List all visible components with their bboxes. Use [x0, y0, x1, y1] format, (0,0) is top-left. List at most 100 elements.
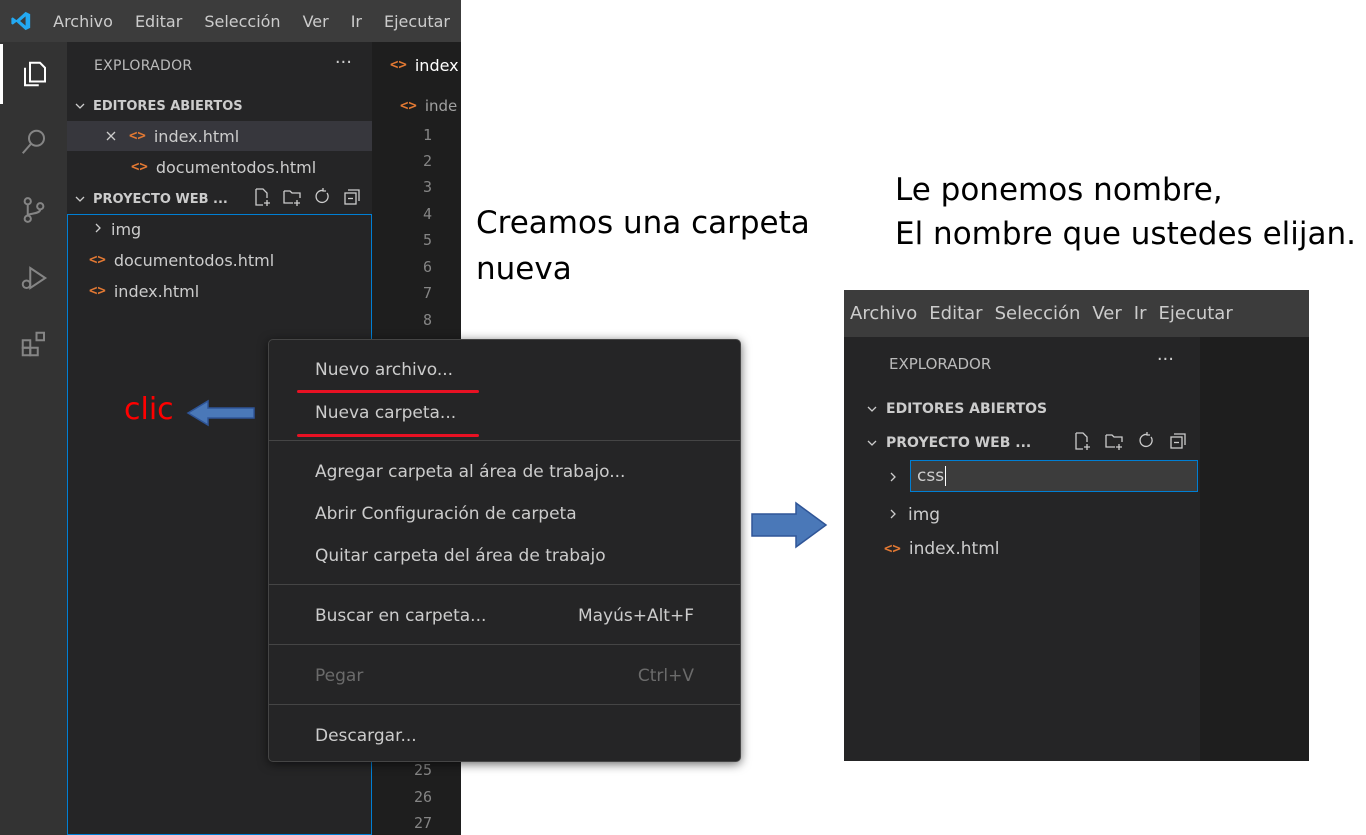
- menu-item-label: Nuevo archivo...: [315, 360, 454, 380]
- tree-item-folder[interactable]: img: [67, 214, 372, 244]
- tree-item-folder[interactable]: img: [858, 498, 1200, 532]
- html-file-icon: <>: [89, 283, 106, 299]
- extensions-icon[interactable]: [0, 314, 67, 374]
- tree-item-file[interactable]: <> index.html: [67, 276, 372, 306]
- project-header[interactable]: PROYECTO WEB ...: [858, 429, 1200, 457]
- menu-add-folder-workspace[interactable]: Agregar carpeta al área de trabajo...: [315, 454, 694, 490]
- run-debug-icon[interactable]: [0, 248, 67, 308]
- rename-folder-input[interactable]: css: [910, 460, 1198, 492]
- menubar: Archivo Editar Selección Ver Ir Ejecutar: [844, 290, 1309, 337]
- collapse-all-icon[interactable]: [342, 187, 362, 211]
- menu-item-shortcut: Ctrl+V: [637, 666, 694, 686]
- clic-label: clic: [124, 392, 174, 427]
- menu-ir[interactable]: Ir: [340, 12, 373, 31]
- editor-area[interactable]: [1200, 337, 1309, 761]
- html-file-icon: <>: [131, 159, 148, 175]
- menu-ir[interactable]: Ir: [1128, 303, 1153, 324]
- right-arrow-icon: [751, 501, 828, 549]
- vscode-logo-icon[interactable]: [0, 10, 42, 32]
- line-number: 3: [422, 178, 432, 196]
- menu-item-label: Pegar: [315, 666, 364, 686]
- context-menu: Nuevo archivo... Nueva carpeta... Agrega…: [268, 339, 741, 762]
- tree-item-label: documentodos.html: [113, 250, 275, 270]
- chevron-right-icon: [888, 505, 898, 525]
- refresh-icon[interactable]: [312, 187, 332, 211]
- menu-open-folder-settings[interactable]: Abrir Configuración de carpeta: [315, 496, 694, 532]
- html-file-icon: <>: [390, 57, 407, 73]
- open-editors-label: EDITORES ABIERTOS: [93, 98, 243, 114]
- menu-separator: [269, 440, 740, 441]
- step2-note: Le ponemos nombre, El nombre que ustedes…: [895, 168, 1356, 256]
- open-editors-header[interactable]: EDITORES ABIERTOS: [858, 395, 1200, 423]
- project-header[interactable]: PROYECTO WEB ...: [67, 185, 372, 213]
- menu-remove-folder-workspace[interactable]: Quitar carpeta del área de trabajo: [315, 538, 694, 574]
- menu-item-label: Abrir Configuración de carpeta: [315, 504, 577, 524]
- line-number: 8: [422, 311, 432, 329]
- editor-tab-label: index: [414, 55, 459, 75]
- new-folder-icon[interactable]: [282, 187, 302, 211]
- menu-find-in-folder[interactable]: Buscar en carpeta... Mayús+Alt+F: [315, 598, 694, 634]
- new-file-icon[interactable]: [1072, 431, 1092, 455]
- menu-seleccion[interactable]: Selección: [193, 12, 291, 31]
- menu-ver[interactable]: Ver: [292, 12, 340, 31]
- source-control-icon[interactable]: [0, 180, 67, 240]
- more-actions-icon[interactable]: ···: [1157, 349, 1174, 370]
- menu-item-shortcut: Mayús+Alt+F: [577, 606, 694, 626]
- explorer-sidebar: EXPLORADOR ··· EDITORES ABIERTOS PROYECT…: [858, 337, 1200, 761]
- menu-ejecutar[interactable]: Ejecutar: [373, 12, 461, 31]
- breadcrumb[interactable]: <> inde: [372, 92, 457, 120]
- tree-item-file[interactable]: <> index.html: [858, 532, 1200, 566]
- open-editor-label: documentodos.html: [155, 157, 317, 177]
- menu-new-folder[interactable]: Nueva carpeta...: [315, 395, 694, 431]
- html-file-icon: <>: [89, 252, 106, 268]
- red-underline: [297, 434, 479, 437]
- menu-editar[interactable]: Editar: [124, 12, 193, 31]
- menu-item-label: Buscar en carpeta...: [315, 606, 487, 626]
- new-file-icon[interactable]: [252, 187, 272, 211]
- open-editors-header[interactable]: EDITORES ABIERTOS: [67, 92, 372, 120]
- tree-item-file[interactable]: <> documentodos.html: [67, 245, 372, 275]
- step1-line2: nueva: [476, 251, 572, 287]
- step2-line1: Le ponemos nombre,: [895, 172, 1223, 208]
- menu-seleccion[interactable]: Selección: [989, 303, 1087, 324]
- menu-separator: [269, 644, 740, 645]
- collapse-all-icon[interactable]: [1168, 431, 1188, 455]
- editor-tab[interactable]: <> index: [372, 42, 461, 88]
- line-number: 5: [422, 231, 432, 249]
- html-file-icon: <>: [129, 128, 146, 144]
- menu-ejecutar[interactable]: Ejecutar: [1153, 303, 1239, 324]
- explorer-title: EXPLORADOR: [889, 355, 992, 373]
- menu-archivo[interactable]: Archivo: [844, 303, 923, 324]
- step2-line2: El nombre que ustedes elijan.: [895, 216, 1356, 252]
- menu-new-file[interactable]: Nuevo archivo...: [315, 352, 694, 388]
- chevron-right-icon: [93, 220, 103, 238]
- vscode-window-right: Archivo Editar Selección Ver Ir Ejecutar…: [844, 290, 1309, 761]
- tree-item-label: index.html: [113, 281, 200, 301]
- menu-ver[interactable]: Ver: [1086, 303, 1127, 324]
- menu-item-label: Nueva carpeta...: [315, 403, 457, 423]
- open-editor-label: index.html: [153, 126, 240, 146]
- menu-archivo[interactable]: Archivo: [42, 12, 124, 31]
- refresh-icon[interactable]: [1136, 431, 1156, 455]
- step1-note: Creamos una carpeta nueva: [476, 200, 810, 292]
- chevron-down-icon: [858, 403, 886, 415]
- explorer-icon[interactable]: [0, 44, 67, 104]
- html-file-icon: <>: [884, 541, 901, 557]
- open-editor-item[interactable]: <> documentodos.html: [67, 152, 372, 182]
- new-folder-icon[interactable]: [1104, 431, 1124, 455]
- tree-item-label: index.html: [908, 539, 1000, 559]
- open-editor-item[interactable]: <> index.html: [67, 121, 372, 151]
- step1-line1: Creamos una carpeta: [476, 205, 810, 241]
- line-number: 25: [413, 761, 432, 779]
- menu-paste[interactable]: Pegar Ctrl+V: [315, 658, 694, 694]
- search-icon[interactable]: [0, 112, 67, 172]
- menu-editar[interactable]: Editar: [923, 303, 988, 324]
- line-number: 1: [422, 126, 432, 144]
- more-actions-icon[interactable]: ···: [335, 52, 352, 73]
- line-number: 7: [422, 284, 432, 302]
- tree-item-label: img: [908, 505, 941, 525]
- text-caret: [945, 466, 947, 486]
- menu-download[interactable]: Descargar...: [315, 718, 694, 754]
- explorer-title: EXPLORADOR: [94, 58, 193, 74]
- close-icon[interactable]: [105, 127, 117, 146]
